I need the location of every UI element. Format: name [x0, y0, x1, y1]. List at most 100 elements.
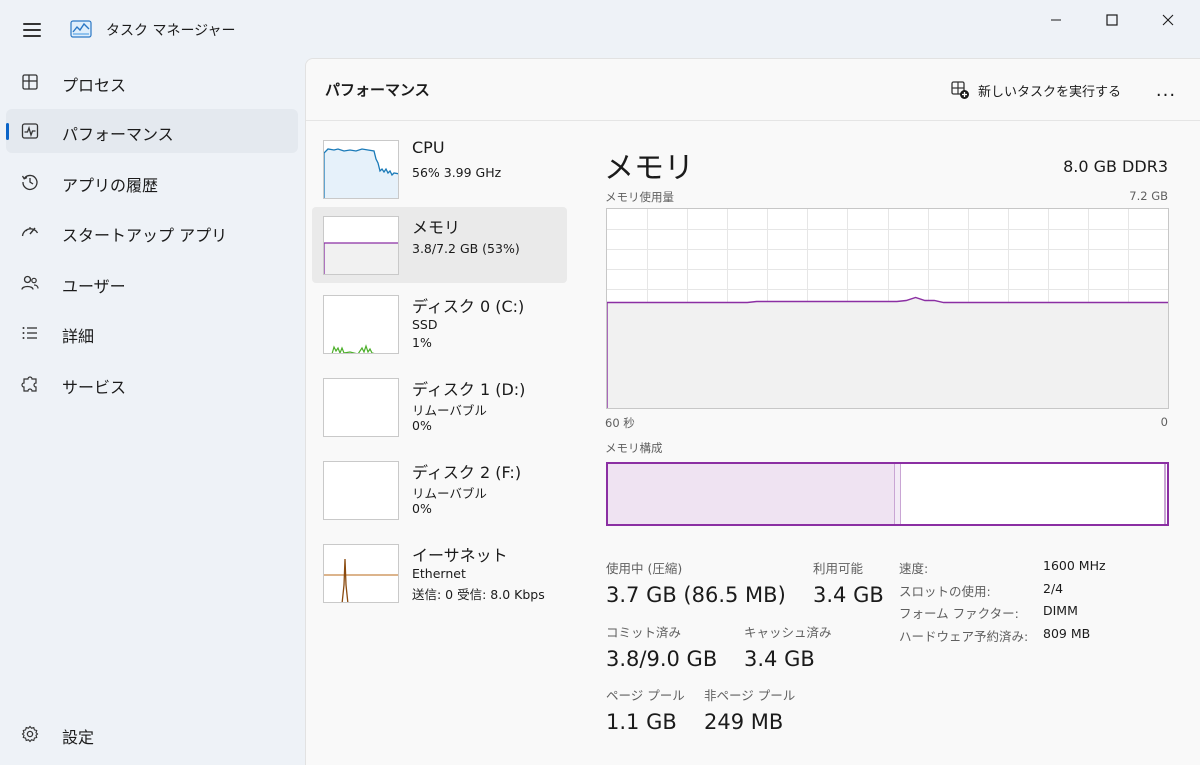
disk1-thumbnail-graph	[323, 378, 399, 437]
perf-sub-disk2-usage: 0%	[412, 501, 432, 516]
panel-header: パフォーマンス 新しいタスクを実行する ...	[306, 59, 1200, 121]
nav-item-services[interactable]: サービス	[6, 362, 298, 406]
run-new-task-button[interactable]: 新しいタスクを実行する	[946, 75, 1125, 105]
nav-label-processes: プロセス	[62, 76, 127, 95]
perf-sub-disk2-type: リムーバブル	[412, 486, 487, 501]
stat-committed-value: 3.8/9.0 GB	[606, 647, 718, 671]
perf-item-ethernet[interactable]: イーサネット Ethernet 送信: 0 受信: 8.0 Kbps	[312, 535, 567, 611]
gear-icon	[21, 725, 39, 743]
usage-graph-label: メモリ使用量	[605, 190, 674, 204]
nav-label-performance: パフォーマンス	[62, 125, 174, 144]
perf-sub-disk1-type: リムーバブル	[412, 403, 487, 418]
disk0-thumbnail-graph	[323, 295, 399, 354]
spec-reserved-key: ハードウェア予約済み:	[899, 629, 1029, 644]
spec-form-factor-value: DIMM	[1043, 603, 1078, 618]
maximize-button[interactable]	[1084, 0, 1140, 40]
memory-composition-bar	[606, 462, 1169, 526]
cpu-mini-chart	[324, 148, 398, 198]
perf-item-disk2[interactable]: ディスク 2 (F:) リムーバブル 0%	[312, 452, 567, 528]
perf-name-memory: メモリ	[412, 218, 461, 237]
task-manager-app-icon	[70, 20, 92, 38]
run-task-label: 新しいタスクを実行する	[978, 84, 1122, 100]
composition-in-use-segment	[608, 464, 895, 524]
nav-item-performance[interactable]: パフォーマンス	[6, 109, 298, 153]
minimize-button[interactable]	[1028, 0, 1084, 40]
memory-usage-graph	[606, 208, 1169, 409]
nav-label-services: サービス	[62, 378, 127, 397]
perf-name-disk0: ディスク 0 (C:)	[412, 297, 525, 316]
run-task-icon	[951, 81, 969, 99]
perf-name-disk2: ディスク 2 (F:)	[412, 463, 522, 482]
perf-sub-cpu: 56% 3.99 GHz	[412, 165, 502, 180]
ethernet-mini-chart	[324, 558, 398, 602]
stat-in-use-value: 3.7 GB (86.5 MB)	[606, 583, 786, 607]
more-options-button[interactable]: ...	[1148, 73, 1184, 107]
disk0-mini-chart	[331, 344, 375, 353]
memory-spec: 8.0 GB DDR3	[1063, 157, 1168, 176]
perf-item-disk1[interactable]: ディスク 1 (D:) リムーバブル 0%	[312, 369, 567, 445]
spec-form-factor-key: フォーム ファクター:	[899, 606, 1019, 621]
cpu-thumbnail-graph	[323, 140, 399, 199]
content-panel: パフォーマンス 新しいタスクを実行する ... CPU 56% 3.99 GHz	[305, 58, 1200, 765]
nav-item-app-history[interactable]: アプリの履歴	[6, 160, 298, 204]
perf-item-disk0[interactable]: ディスク 0 (C:) SSD 1%	[312, 286, 567, 362]
detail-title: メモリ	[604, 151, 694, 186]
perf-sub-disk1-usage: 0%	[412, 418, 432, 433]
time-axis-right-label: 0	[1160, 415, 1168, 429]
nav-label-details: 詳細	[62, 327, 95, 346]
maximize-icon	[1106, 14, 1118, 26]
close-button[interactable]	[1140, 0, 1196, 40]
nav-item-users[interactable]: ユーザー	[6, 261, 298, 305]
hamburger-menu-icon[interactable]	[12, 14, 52, 46]
perf-name-ethernet: イーサネット	[412, 546, 508, 565]
memory-mini-chart	[324, 242, 398, 274]
perf-name-cpu: CPU	[412, 138, 445, 157]
page-title: パフォーマンス	[325, 81, 430, 99]
stat-in-use-label: 使用中 (圧縮)	[606, 561, 683, 576]
perf-sub-disk0-type: SSD	[412, 317, 438, 332]
stat-paged-pool-label: ページ プール	[606, 688, 685, 703]
perf-item-memory[interactable]: メモリ 3.8/7.2 GB (53%)	[312, 207, 567, 283]
usage-graph-max: 7.2 GB	[1129, 189, 1168, 203]
nav-label-users: ユーザー	[62, 277, 126, 296]
perf-name-disk1: ディスク 1 (D:)	[412, 380, 526, 399]
perf-sub-ethernet-throughput: 送信: 0 受信: 8.0 Kbps	[412, 587, 545, 602]
stat-nonpaged-pool-label: 非ページ プール	[704, 688, 796, 703]
nav-label-settings: 設定	[62, 728, 95, 747]
composition-free-segment	[1164, 464, 1166, 524]
stat-cached-label: キャッシュ済み	[744, 625, 832, 640]
puzzle-icon	[21, 376, 37, 392]
stat-paged-pool-value: 1.1 GB	[606, 710, 677, 734]
perf-sub-disk0-usage: 1%	[412, 335, 432, 350]
app-title: タスク マネージャー	[106, 23, 236, 39]
nav-item-settings[interactable]: 設定	[6, 712, 298, 756]
perf-item-cpu[interactable]: CPU 56% 3.99 GHz	[312, 131, 567, 207]
spec-slots-key: スロットの使用:	[899, 584, 991, 599]
spec-speed-value: 1600 MHz	[1043, 558, 1106, 573]
spec-reserved-value: 809 MB	[1043, 626, 1091, 641]
speedometer-icon	[21, 227, 39, 237]
active-indicator	[6, 123, 9, 140]
perf-sub-ethernet-adapter: Ethernet	[412, 566, 466, 581]
spec-speed-key: 速度:	[899, 561, 929, 576]
nav-item-startup-apps[interactable]: スタートアップ アプリ	[6, 210, 298, 254]
composition-modified-segment	[895, 464, 901, 524]
list-icon	[22, 327, 37, 339]
performance-icon	[21, 123, 39, 139]
spec-slots-value: 2/4	[1043, 581, 1064, 596]
close-icon	[1162, 14, 1174, 26]
memory-thumbnail-graph	[323, 216, 399, 275]
nav-item-processes[interactable]: プロセス	[6, 60, 298, 104]
ethernet-thumbnail-graph	[323, 544, 399, 603]
nav-label-startup-apps: スタートアップ アプリ	[62, 226, 228, 245]
stat-nonpaged-pool-value: 249 MB	[704, 710, 784, 734]
nav-item-details[interactable]: 詳細	[6, 311, 298, 355]
users-icon	[21, 275, 39, 290]
title-bar: タスク マネージャー	[0, 0, 1200, 56]
disk2-thumbnail-graph	[323, 461, 399, 520]
stat-cached-value: 3.4 GB	[744, 647, 815, 671]
memory-usage-area	[607, 297, 1168, 408]
time-axis-left-label: 60 秒	[605, 416, 635, 430]
history-icon	[21, 174, 38, 191]
grid-icon	[22, 74, 38, 90]
